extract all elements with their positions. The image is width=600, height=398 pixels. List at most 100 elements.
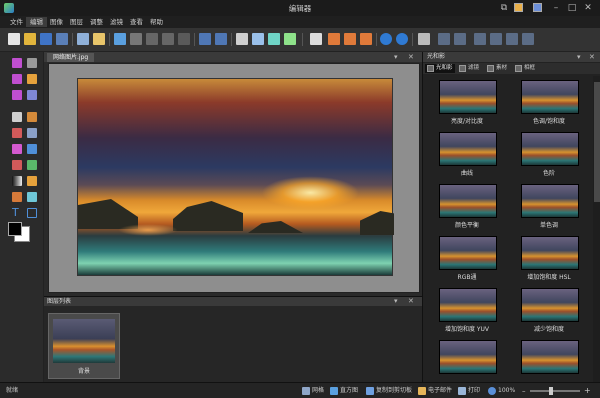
close-button[interactable]: ✕ — [582, 2, 594, 14]
filter-card[interactable]: 减少饱和度 — [509, 284, 589, 334]
grid-toggle[interactable]: 网格 — [312, 387, 324, 395]
filter-card[interactable]: 亮度/对比度 — [427, 76, 507, 126]
lasso-icon[interactable] — [12, 74, 22, 84]
scrollbar-thumb[interactable] — [594, 82, 600, 202]
zoom-out-button[interactable]: – — [522, 387, 526, 395]
pin-icon[interactable]: ▾ — [394, 53, 398, 61]
eraser-icon[interactable] — [12, 128, 22, 138]
effects-scrollbar[interactable] — [593, 76, 600, 382]
maximize-button[interactable]: □ — [566, 2, 578, 14]
copy-image-icon[interactable] — [114, 33, 126, 45]
pencil-icon[interactable] — [12, 112, 22, 122]
move-tool-icon[interactable] — [12, 58, 22, 68]
rotate-right-icon[interactable] — [284, 33, 296, 45]
align-icon-5[interactable] — [506, 33, 518, 45]
grid-icon[interactable] — [302, 387, 310, 395]
align-icon-6[interactable] — [522, 33, 534, 45]
tab-filters[interactable]: 滤镜 — [457, 64, 483, 73]
foreground-color-swatch[interactable] — [8, 222, 22, 236]
undo-icon[interactable] — [199, 33, 211, 45]
fill-icon[interactable] — [27, 160, 37, 170]
filter-card[interactable]: 颜色平衡 — [427, 180, 507, 230]
grid-hash-icon-2[interactable] — [344, 33, 356, 45]
align-icon-1[interactable] — [438, 33, 450, 45]
filter-card[interactable]: 曲线 — [427, 128, 507, 178]
menu-image[interactable]: 图像 — [46, 17, 67, 27]
redo-icon[interactable] — [215, 33, 227, 45]
shape-tool-icon[interactable] — [27, 208, 37, 218]
mirror-icon[interactable] — [252, 33, 264, 45]
menu-adjust[interactable]: 调整 — [86, 17, 107, 27]
grid-icon[interactable] — [310, 33, 322, 45]
grid-hash-icon[interactable] — [328, 33, 340, 45]
resize-icon[interactable] — [27, 90, 37, 100]
menu-view[interactable]: 查看 — [126, 17, 147, 27]
print-button[interactable]: 打印 — [468, 387, 480, 395]
document-tab[interactable]: 网络图片.jpg — [47, 53, 95, 62]
menu-edit[interactable]: 编辑 — [26, 17, 47, 27]
open-folder-icon[interactable] — [24, 33, 36, 45]
filter-card[interactable] — [509, 336, 589, 382]
user-icon[interactable] — [514, 3, 523, 12]
clone-icon[interactable] — [27, 128, 37, 138]
filter-card[interactable]: 增加饱和度 YUV — [427, 284, 507, 334]
layer-item[interactable]: 背景 — [48, 313, 120, 379]
tab-materials[interactable]: 素材 — [485, 64, 511, 73]
menu-file[interactable]: 文件 — [6, 17, 27, 27]
sharpen-icon[interactable] — [27, 192, 37, 202]
zoom-in-button[interactable]: + — [584, 386, 591, 395]
rotate-left-icon[interactable] — [268, 33, 280, 45]
filter-card[interactable]: 单色调 — [509, 180, 589, 230]
align-icon-3[interactable] — [474, 33, 486, 45]
email-icon[interactable] — [418, 387, 426, 395]
print-icon[interactable] — [77, 33, 89, 45]
paste-icon[interactable] — [162, 33, 174, 45]
eyedropper-icon[interactable] — [12, 144, 22, 154]
copy-to-clipboard[interactable]: 复制到剪切板 — [376, 387, 412, 395]
zoom-slider[interactable] — [530, 390, 580, 392]
close-tab-icon[interactable]: ✕ — [408, 53, 414, 61]
cut-icon[interactable] — [130, 33, 142, 45]
align-icon-2[interactable] — [454, 33, 466, 45]
close-panel-icon[interactable]: ✕ — [408, 297, 414, 306]
pin-icon[interactable]: ▾ — [394, 297, 398, 306]
print-icon[interactable] — [458, 387, 466, 395]
brush-icon[interactable] — [27, 112, 37, 122]
zoom-in-icon[interactable] — [380, 33, 392, 45]
fit-window-icon[interactable] — [418, 33, 430, 45]
stamp-icon[interactable] — [27, 176, 37, 186]
delete-icon[interactable] — [178, 33, 190, 45]
rect-select-icon[interactable] — [27, 58, 37, 68]
email-button[interactable]: 电子邮件 — [428, 387, 452, 395]
menu-layer[interactable]: 图层 — [66, 17, 87, 27]
menu-filter[interactable]: 滤镜 — [106, 17, 127, 27]
flip-icon[interactable] — [236, 33, 248, 45]
save-as-icon[interactable] — [56, 33, 68, 45]
filter-card[interactable] — [427, 336, 507, 382]
new-file-icon[interactable] — [8, 33, 20, 45]
tab-light-shadow[interactable]: 光和影 — [425, 64, 455, 73]
skin-icon[interactable] — [533, 3, 542, 12]
crop-icon[interactable] — [12, 90, 22, 100]
restore-icon[interactable]: ⧉ — [498, 2, 510, 14]
filter-card[interactable]: 增加饱和度 HSL — [509, 232, 589, 282]
copy-icon[interactable] — [146, 33, 158, 45]
drop-icon[interactable] — [27, 144, 37, 154]
zoom-out-icon[interactable] — [396, 33, 408, 45]
text-tool-icon[interactable]: T — [12, 207, 22, 218]
grid-hash-icon-3[interactable] — [360, 33, 372, 45]
menu-help[interactable]: 帮助 — [146, 17, 167, 27]
filter-card[interactable]: RGB通 — [427, 232, 507, 282]
smudge-icon[interactable] — [12, 192, 22, 202]
magic-wand-icon[interactable] — [27, 74, 37, 84]
minimize-button[interactable]: – — [550, 2, 562, 14]
save-icon[interactable] — [40, 33, 52, 45]
filter-card[interactable]: 色阶 — [509, 128, 589, 178]
align-icon-4[interactable] — [490, 33, 502, 45]
close-panel-icon[interactable]: ✕ — [589, 52, 595, 62]
gradient-icon[interactable] — [12, 176, 22, 186]
pin-icon[interactable]: ▾ — [577, 52, 581, 62]
tab-frames[interactable]: 相框 — [513, 64, 539, 73]
histogram-toggle[interactable]: 直方图 — [340, 387, 358, 395]
clipboard-icon[interactable] — [366, 387, 374, 395]
